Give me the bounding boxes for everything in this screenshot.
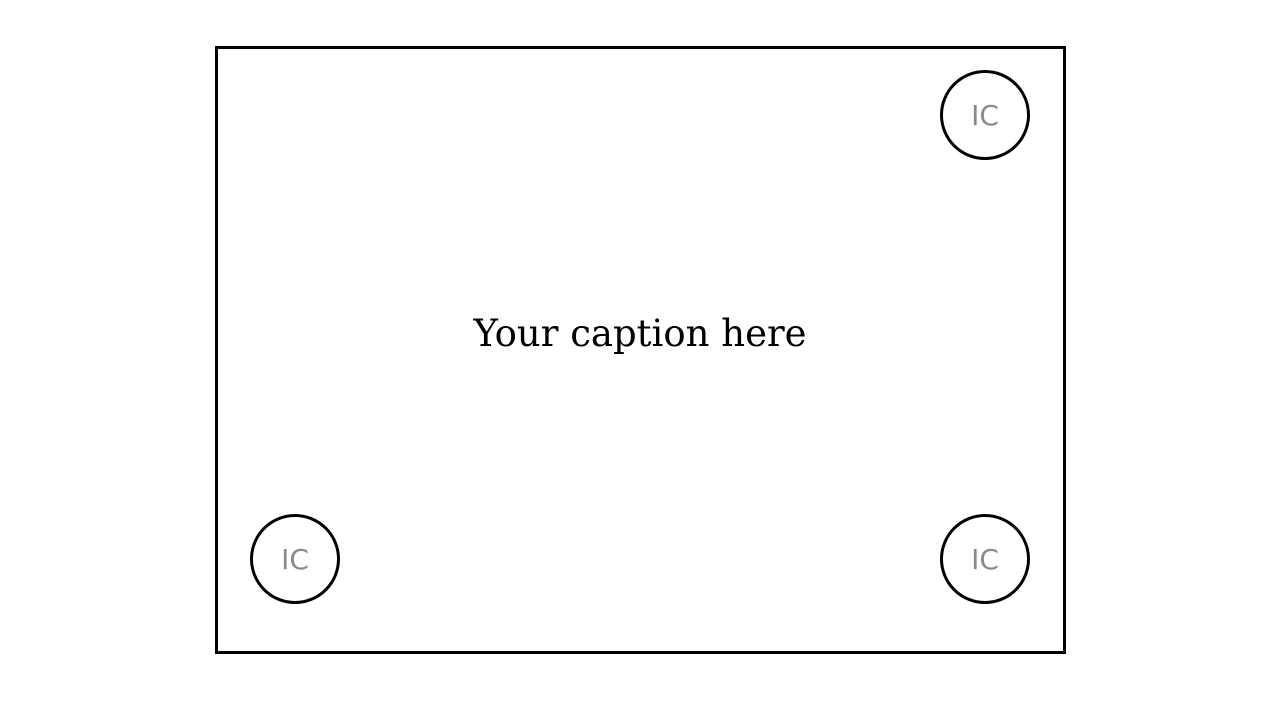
ic-badge-bottom-right: IC bbox=[940, 514, 1030, 604]
ic-badge-bottom-left: IC bbox=[250, 514, 340, 604]
ic-badge-top-right: IC bbox=[940, 70, 1030, 160]
caption-text: Your caption here bbox=[473, 312, 807, 355]
